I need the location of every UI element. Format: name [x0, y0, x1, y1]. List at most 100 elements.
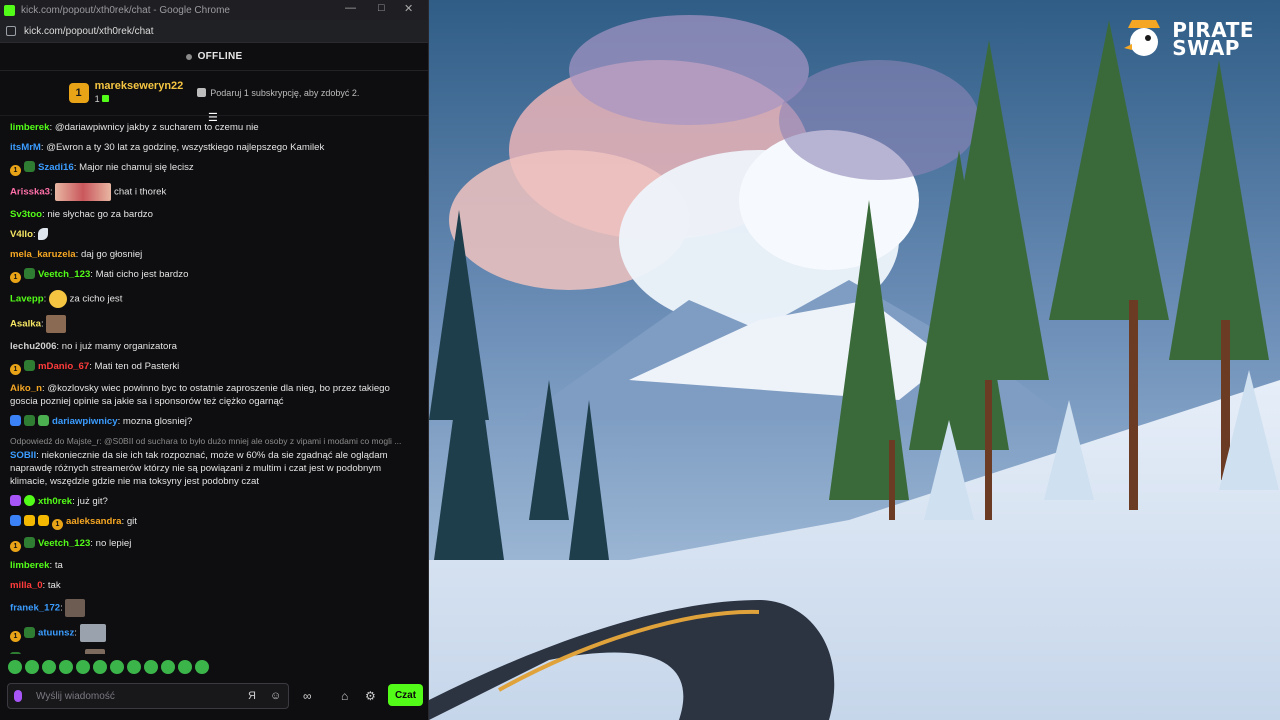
feather-emote[interactable] — [38, 228, 49, 241]
offline-dot-icon — [185, 53, 192, 60]
chat-message-text: niekoniecznie da sie ich tak rozpoznać, … — [10, 450, 388, 487]
chat-message: Lavepp: za cicho jest — [10, 290, 419, 308]
leaf-badge-icon[interactable] — [24, 360, 35, 371]
sub-count: 1 — [95, 93, 184, 106]
chat-input[interactable] — [34, 689, 228, 703]
arrow-badge-icon[interactable] — [10, 515, 21, 526]
face3-emote[interactable] — [79, 624, 106, 642]
chat-message-text: @kozlovsky wiec powinno byc to ostatnie … — [10, 383, 390, 407]
sub-username[interactable]: marekseweryn22 — [95, 80, 184, 93]
quick-emote[interactable] — [144, 660, 158, 674]
chat-username[interactable]: Sv3too — [10, 209, 42, 220]
chat-username[interactable]: dariawpiwnicy — [52, 416, 118, 427]
mic-icon[interactable] — [14, 690, 22, 702]
sub-badge-icon[interactable]: 1 — [10, 272, 21, 283]
sub-badge-icon[interactable]: 1 — [52, 519, 63, 530]
face4-emote[interactable] — [84, 649, 105, 654]
lips-emote[interactable] — [55, 183, 112, 201]
chat-username[interactable]: Veetch_123 — [38, 538, 90, 549]
pirate-parrot-icon — [1124, 20, 1161, 56]
chat-username[interactable]: xth0rek — [38, 496, 72, 507]
quick-emote[interactable] — [127, 660, 141, 674]
chat-username[interactable]: Arisska3 — [10, 187, 50, 198]
chat-message-text: git — [126, 516, 137, 527]
chat-message-text: no i już mamy organizatora — [61, 341, 177, 352]
chat-message: franek_172: — [10, 599, 419, 617]
sub-badge-icon[interactable]: 1 — [10, 630, 21, 642]
verified-badge-icon[interactable] — [24, 495, 35, 506]
settings-gear-icon[interactable]: ⚙ — [365, 689, 376, 703]
chat-message: Odpowiedź do Majste_r: @S0BII od suchara… — [10, 435, 419, 488]
minimize-button[interactable]: — — [345, 2, 356, 14]
chat-message: limberek: @dariawpiwnicy jakby z suchare… — [10, 121, 419, 134]
leaf-badge-icon[interactable] — [10, 651, 21, 654]
chat-username[interactable]: atuunsz — [38, 628, 74, 639]
address-bar[interactable]: kick.com/popout/xth0rek/chat — [0, 20, 428, 43]
username-colon: : — [74, 627, 80, 639]
leaf-badge-icon[interactable] — [24, 415, 35, 426]
chat-input-row: Я ☺ ∞ ⌂ ⚙ Czat — [7, 682, 423, 710]
mic-badge-icon[interactable] — [10, 495, 21, 506]
chat-username[interactable]: Asalka — [10, 319, 41, 330]
close-button[interactable]: ✕ — [404, 2, 413, 15]
chat-username[interactable]: SOBII — [10, 450, 36, 461]
chat-username[interactable]: milla_0 — [10, 580, 43, 591]
leaf-badge-icon[interactable] — [24, 161, 35, 172]
chat-username[interactable]: Lavepp — [10, 294, 44, 305]
brand-wordmark: PIRATE SWAP — [1172, 20, 1254, 58]
chat-message-text: nie słychac go za bardzo — [47, 209, 153, 220]
chat-username[interactable]: mDanio_67 — [38, 361, 89, 372]
chat-username[interactable]: franek_172 — [10, 603, 60, 614]
crown-badge-icon[interactable] — [38, 515, 49, 526]
chat-message: V4llo: — [10, 228, 419, 241]
subscription-banner[interactable]: 1 marekseweryn22 1 Podaruj 1 subskrypcję… — [0, 71, 428, 124]
bot-badge-icon[interactable] — [38, 415, 49, 426]
face2-emote[interactable] — [65, 599, 86, 617]
chat-message: xth0rek: już git? — [10, 495, 419, 508]
quick-emote[interactable] — [8, 660, 22, 674]
gift-sub-text[interactable]: Podaruj 1 subskrypcję, aby zdobyć 2. — [197, 88, 359, 98]
chat-username[interactable]: V4llo — [10, 229, 33, 240]
chat-username[interactable]: aaleksandra — [66, 516, 121, 527]
face-emote[interactable] — [46, 315, 67, 333]
leaf-badge-icon[interactable] — [24, 268, 35, 279]
sub-badge-icon[interactable]: 1 — [10, 541, 21, 552]
translate-icon[interactable]: Я — [248, 690, 256, 702]
emoji-icon[interactable]: ☺ — [270, 690, 281, 702]
chat-username[interactable]: limberek — [10, 560, 49, 571]
sub-badge-icon[interactable]: 1 — [10, 364, 21, 375]
chat-username[interactable]: mela_karuzela — [10, 249, 76, 260]
chat-username[interactable]: lechu2006 — [10, 341, 56, 352]
leaf-badge-icon[interactable] — [24, 537, 35, 548]
leaf-badge-icon[interactable] — [24, 626, 35, 638]
quick-emote[interactable] — [110, 660, 124, 674]
chat-message-list[interactable]: limberek: @dariawpiwnicy jakby z suchare… — [0, 121, 429, 654]
arrow-badge-icon[interactable] — [10, 415, 21, 426]
quick-emote[interactable] — [178, 660, 192, 674]
quick-emote[interactable] — [42, 660, 56, 674]
quick-emote[interactable] — [25, 660, 39, 674]
chat-username[interactable]: itsMrM — [10, 142, 41, 153]
chat-username[interactable]: Szadi16 — [38, 162, 74, 173]
sub-user-block: marekseweryn22 1 — [95, 80, 184, 106]
chat-username[interactable]: MajoMajooo — [24, 653, 79, 654]
quick-emote[interactable] — [93, 660, 107, 674]
kick-points-icon[interactable]: ∞ — [303, 689, 312, 703]
quick-emote[interactable] — [76, 660, 90, 674]
maximize-button[interactable]: □ — [378, 2, 385, 14]
crown-badge-icon[interactable] — [24, 515, 35, 526]
store-icon[interactable]: ⌂ — [341, 689, 348, 703]
chat-username[interactable]: Aiko_n — [10, 383, 42, 394]
chat-message: 1 atuunsz: — [10, 624, 419, 642]
chat-username[interactable]: Veetch_123 — [38, 269, 90, 280]
chat-username[interactable]: limberek — [10, 122, 49, 133]
site-info-icon[interactable] — [6, 26, 16, 36]
quick-emote[interactable] — [195, 660, 209, 674]
quick-emote[interactable] — [161, 660, 175, 674]
sub-badge-icon[interactable]: 1 — [10, 165, 21, 176]
quick-emote[interactable] — [59, 660, 73, 674]
reply-reference[interactable]: Odpowiedź do Majste_r: @S0BII od suchara… — [10, 435, 419, 448]
chat-input-box[interactable]: Я ☺ — [7, 683, 289, 709]
send-chat-button[interactable]: Czat — [388, 684, 423, 706]
thinking-emote[interactable] — [48, 290, 67, 308]
